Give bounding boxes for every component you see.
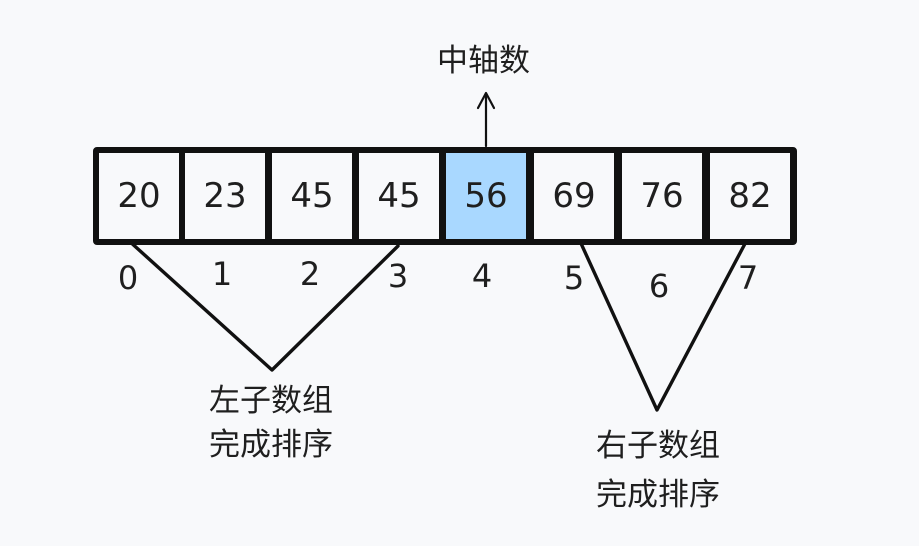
array-cell-2: 45 bbox=[272, 153, 352, 239]
index-label-0: 0 bbox=[117, 259, 139, 297]
index-label-2: 2 bbox=[299, 255, 321, 293]
index-label-5: 5 bbox=[563, 259, 585, 297]
array-cell-0: 20 bbox=[99, 153, 179, 239]
right-group-label-line2: 完成排序 bbox=[596, 477, 720, 513]
pivot-label: 中轴数 bbox=[437, 43, 530, 79]
index-label-4: 4 bbox=[471, 257, 493, 295]
index-label-6: 6 bbox=[648, 267, 670, 305]
quicksort-partition-diagram: 中轴数 20 23 45 45 56 69 76 82 0 1 2 3 4 5 … bbox=[0, 0, 919, 546]
index-label-3: 3 bbox=[387, 257, 409, 295]
array-cell-3: 45 bbox=[359, 153, 439, 239]
left-group-label-line1: 左子数组 bbox=[209, 383, 333, 419]
left-group-label-line2: 完成排序 bbox=[209, 427, 333, 463]
right-group-label-line1: 右子数组 bbox=[596, 428, 720, 464]
pivot-arrow bbox=[476, 91, 496, 148]
array-cell-1: 23 bbox=[185, 153, 265, 239]
right-subarray-bracket bbox=[577, 236, 750, 412]
index-label-1: 1 bbox=[211, 255, 233, 293]
left-subarray-bracket bbox=[126, 238, 400, 372]
array-cell-5: 69 bbox=[534, 153, 614, 239]
array-cell-4-pivot: 56 bbox=[446, 153, 526, 239]
index-label-7: 7 bbox=[737, 259, 759, 297]
array-cell-7: 82 bbox=[710, 153, 790, 239]
array-cell-6: 76 bbox=[622, 153, 702, 239]
